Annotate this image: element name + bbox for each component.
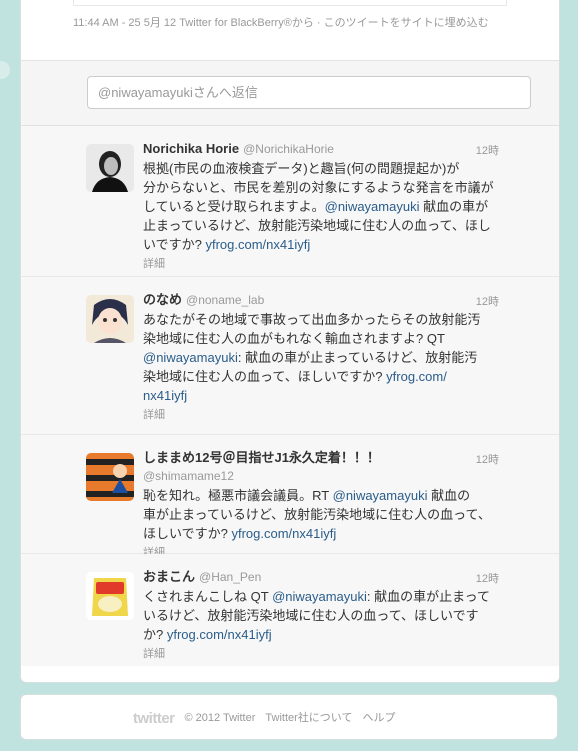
tweet-text-line: あなたがその地域で事故って出血多かったらその放射能汚 [143,312,481,327]
anime-avatar-icon[interactable] [86,295,134,343]
side-scroll-handle [0,61,10,79]
tweet-text-line: いるけど、放射能汚染地域に住む人の血って、ほしいです [143,608,479,623]
tweet-text-line: 恥を知れ。極悪市議会議員。RT [143,488,329,503]
tweet-text-fragment: 献血の [427,488,471,503]
portrait-avatar-icon[interactable] [86,144,134,192]
tweet-text-line: 根拠(市民の血液検査データ)と趣旨(何の問題提起か)が [143,161,460,176]
divider [73,0,507,6]
reply-list: 12時 Norichika Horie @NorichikaHorie 根拠(市民… [21,126,559,666]
tweet-text: 根拠(市民の血液検査データ)と趣旨(何の問題提起か)が 分からないと、市民を差別… [143,159,503,254]
reply-input[interactable]: @niwayamayukiさんへ返信 [87,76,531,109]
help-link[interactable]: ヘルプ [362,712,395,724]
author-fullname[interactable]: おまこん [143,569,195,584]
yfrog-link[interactable]: yfrog.com/nx41iyfj [205,237,310,252]
mention-link[interactable]: @niwayamayuki [143,350,238,365]
tweet-text-line: 染地域に住む人の血がもれなく輸血されますよ? QT [143,331,445,346]
yfrog-link[interactable]: yfrog.com/ [386,369,447,384]
tweet-text-fragment: : 献血の車が止まって [366,589,490,604]
author-username[interactable]: @NorichikaHorie [243,142,334,156]
tweet-text-line: か? [143,627,164,642]
tweet-text-line: 分からないと、市民を差別の対象にするような発言を市議が [143,180,494,195]
tweet-author[interactable]: おまこん @Han_Pen [143,568,503,586]
tweet-item[interactable]: 12時 のなめ @noname_lab あなたがその地域で事故って出血多かったらそ… [21,277,559,435]
footer-links: twitter © 2012 Twitter Twitter社について ヘルプ [133,709,405,727]
tweet-body: のなめ @noname_lab あなたがその地域で事故って出血多かったらその放射能… [143,291,503,422]
reply-area: @niwayamayukiさんへ返信 [21,61,559,126]
striped-avatar-icon[interactable] [86,453,134,501]
tweet-author-username-line[interactable]: @shimamame12 [143,467,503,485]
author-fullname[interactable]: しままめ12号＠目指せJ1永久定着！！！ [143,450,380,465]
tweet-body: Norichika Horie @NorichikaHorie 根拠(市民の血液検… [143,140,503,271]
tweet-timestamp-line[interactable]: 11:44 AM - 25 5月 12 Twitter for BlackBer… [73,14,489,30]
twitter-logo-icon[interactable]: twitter [133,710,175,727]
tweet-text-line: 染地域に住む人の血って、ほしいですか? [143,369,383,384]
tweet-text: あなたがその地域で事故って出血多かったらその放射能汚 染地域に住む人の血がもれな… [143,310,503,405]
mention-link[interactable]: @niwayamayuki [333,488,428,503]
details-link[interactable]: 詳細 [143,645,503,661]
tweet-detail-card: 11:44 AM - 25 5月 12 Twitter for BlackBer… [20,0,560,683]
tweet-text-line: 止まっているけど、放射能汚染地域に住む人の血って、ほし [143,218,491,233]
tweet-body: おまこん @Han_Pen くされまんこしね QT @niwayamayuki: … [143,568,503,661]
tweet-text-line: : 献血の車が止まっているけど、放射能汚 [237,350,478,365]
cheese-bag-avatar-icon[interactable] [86,572,134,620]
tweet-meta-strip: 11:44 AM - 25 5月 12 Twitter for BlackBer… [21,0,559,61]
tweet-body: しままめ12号＠目指せJ1永久定着！！！ @shimamame12 恥を知れ。極… [143,449,503,560]
mention-link[interactable]: @niwayamayuki [272,589,367,604]
tweet-author[interactable]: しままめ12号＠目指せJ1永久定着！！！ [143,449,503,467]
author-fullname[interactable]: のなめ [143,292,182,307]
author-username[interactable]: @shimamame12 [143,469,234,483]
tweet-item[interactable]: 12時 おまこん @Han_Pen くされまんこしね QT @niwayamayu… [21,554,559,666]
mention-link[interactable]: @niwayamayuki [325,199,420,214]
copyright-text: © 2012 Twitter [184,712,256,724]
tweet-author[interactable]: のなめ @noname_lab [143,291,503,309]
about-link[interactable]: Twitter社について [265,712,352,724]
yfrog-link[interactable]: yfrog.com/nx41iyfj [167,627,272,642]
author-fullname[interactable]: Norichika Horie [143,141,239,156]
tweet-text: 恥を知れ。極悪市議会議員。RT @niwayamayuki 献血の 車が止まって… [143,486,503,543]
tweet-author[interactable]: Norichika Horie @NorichikaHorie [143,140,503,158]
tweet-text-line: していると受け取られますよ。 [143,199,325,214]
tweet-item[interactable]: 12時 Norichika Horie @NorichikaHorie 根拠(市民… [21,126,559,277]
author-username[interactable]: @Han_Pen [199,570,261,584]
details-link[interactable]: 詳細 [143,255,503,271]
footer: twitter © 2012 Twitter Twitter社について ヘルプ [20,694,558,740]
author-username[interactable]: @noname_lab [186,293,264,307]
tweet-text-line: くされまんこしね QT [143,589,269,604]
tweet-text-line: ほしいですか? [143,526,228,541]
yfrog-link-continued[interactable]: nx41iyfj [143,388,187,403]
tweet-text-line: いですか? [143,237,202,252]
yfrog-link[interactable]: yfrog.com/nx41iyfj [231,526,336,541]
tweet-text-line: 車が止まっているけど、放射能汚染地域に住む人の血って、 [143,507,491,522]
tweet-text-fragment: 献血の車が [419,199,489,214]
tweet-item[interactable]: 12時 しままめ12号＠目指せJ1永久定着！！！ @shimamame12 恥を… [21,435,559,559]
tweet-text: くされまんこしね QT @niwayamayuki: 献血の車が止まって いるけ… [143,587,503,644]
details-link[interactable]: 詳細 [143,406,503,422]
